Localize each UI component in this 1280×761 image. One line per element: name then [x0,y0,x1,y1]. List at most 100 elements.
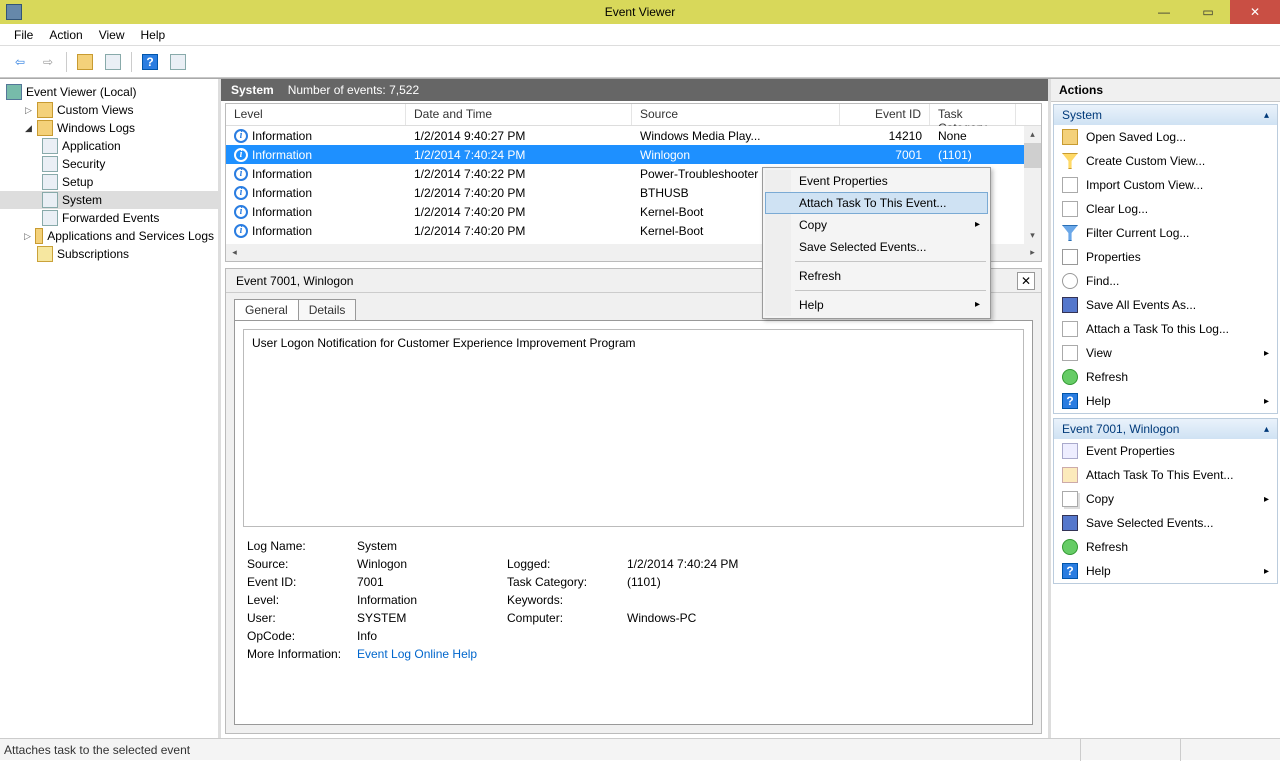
tree-log-application[interactable]: Application [0,137,218,155]
col-header-eventid[interactable]: Event ID [840,104,930,125]
forward-button[interactable]: ⇨ [36,50,60,74]
action-label: Clear Log... [1086,202,1148,216]
link-event-log-online-help[interactable]: Event Log Online Help [357,647,507,661]
action-item[interactable]: Properties [1054,245,1277,269]
help-button[interactable]: ? [138,50,162,74]
detail-close-button[interactable]: ✕ [1017,272,1035,290]
context-menu-label: Save Selected Events... [799,240,926,254]
scroll-thumb[interactable] [1024,143,1041,168]
info-icon: i [234,205,248,219]
action-item[interactable]: Refresh [1054,365,1277,389]
tree-custom-views[interactable]: ▷ Custom Views [0,101,218,119]
action-item[interactable]: Copy▸ [1054,487,1277,511]
action-item[interactable]: Attach Task To This Event... [1054,463,1277,487]
menu-help[interactable]: Help [133,25,174,45]
context-menu-item[interactable]: Save Selected Events... [765,236,988,258]
table-row[interactable]: iInformation1/2/2014 9:40:27 PMWindows M… [226,126,1041,145]
menu-file[interactable]: File [6,25,41,45]
action-label: Properties [1086,250,1141,264]
tree-root[interactable]: Event Viewer (Local) [0,83,218,101]
close-button[interactable]: ✕ [1230,0,1280,24]
menu-view[interactable]: View [91,25,133,45]
cell-eventid: 14210 [840,129,930,143]
collapse-icon[interactable]: ▴ [1264,424,1269,435]
info-icon: i [234,129,248,143]
tree-label: Forwarded Events [62,211,159,225]
actions-list-system: Open Saved Log... Create Custom View... Im… [1054,125,1277,413]
tree-subscriptions[interactable]: Subscriptions [0,245,218,263]
context-menu-item[interactable]: Help▸ [765,294,988,316]
scroll-up-button[interactable]: ▴ [1024,126,1041,143]
col-header-date[interactable]: Date and Time [406,104,632,125]
action-item[interactable]: Find... [1054,269,1277,293]
tree-label: Application [62,139,121,153]
grid-count: Number of events: 7,522 [288,83,419,97]
action-item[interactable]: Save All Events As... [1054,293,1277,317]
context-menu-item[interactable]: Copy▸ [765,214,988,236]
action-item[interactable]: Save Selected Events... [1054,511,1277,535]
action-icon [1062,467,1078,483]
folder-icon [37,120,53,136]
action-item[interactable]: Create Custom View... [1054,149,1277,173]
action-item[interactable]: ?Help▸ [1054,559,1277,583]
cell-level: Information [252,186,312,200]
action-label: Import Custom View... [1086,178,1203,192]
scroll-down-button[interactable]: ▾ [1024,227,1041,244]
tab-details[interactable]: Details [298,299,357,320]
menubar: File Action View Help [0,24,1280,46]
context-menu-item[interactable]: Refresh [765,265,988,287]
menu-action[interactable]: Action [41,25,90,45]
show-hide-tree-button[interactable] [73,50,97,74]
action-item[interactable]: Refresh [1054,535,1277,559]
tree-windows-logs[interactable]: ◢ Windows Logs [0,119,218,137]
tree-log-security[interactable]: Security [0,155,218,173]
context-menu-item[interactable]: Event Properties [765,170,988,192]
actions-section-title[interactable]: Event 7001, Winlogon ▴ [1054,419,1277,439]
status-text: Attaches task to the selected event [4,743,190,757]
col-header-source[interactable]: Source [632,104,840,125]
actions-section-title[interactable]: System ▴ [1054,105,1277,125]
table-row[interactable]: iInformation1/2/2014 7:40:24 PMWinlogon7… [226,145,1041,164]
tree-log-system[interactable]: System [0,191,218,209]
collapse-icon[interactable]: ◢ [24,124,33,133]
context-menu[interactable]: Event PropertiesAttach Task To This Even… [762,167,991,319]
context-menu-item[interactable]: Attach Task To This Event... [765,192,988,214]
vertical-scrollbar[interactable]: ▴ ▾ [1024,126,1041,244]
titlebar: Event Viewer — ▭ ✕ [0,0,1280,24]
action-item[interactable]: Import Custom View... [1054,173,1277,197]
value-logged: 1/2/2014 7:40:24 PM [627,557,807,571]
action-label: Refresh [1086,370,1128,384]
scroll-left-button[interactable]: ◂ [226,244,243,261]
tree-label: System [62,193,102,207]
subscriptions-icon [37,246,53,262]
minimize-button[interactable]: — [1142,0,1186,24]
back-button[interactable]: ⇦ [8,50,32,74]
tree-log-setup[interactable]: Setup [0,173,218,191]
tree-app-services[interactable]: ▷ Applications and Services Logs [0,227,218,245]
col-header-level[interactable]: Level [226,104,406,125]
expand-icon[interactable]: ▷ [24,106,33,115]
tab-general[interactable]: General [234,299,299,320]
grid-title-bar: System Number of events: 7,522 [221,79,1048,101]
action-item[interactable]: Attach a Task To this Log... [1054,317,1277,341]
tree-log-forwarded[interactable]: Forwarded Events [0,209,218,227]
expand-icon[interactable]: ▷ [24,232,31,241]
action-label: Create Custom View... [1086,154,1205,168]
action-item[interactable]: Open Saved Log... [1054,125,1277,149]
action-icon [1062,539,1078,555]
action-label: Help [1086,564,1111,578]
action-item[interactable]: Event Properties [1054,439,1277,463]
action-item[interactable]: ?Help▸ [1054,389,1277,413]
action-item[interactable]: Filter Current Log... [1054,221,1277,245]
extra-button[interactable] [166,50,190,74]
scroll-right-button[interactable]: ▸ [1024,244,1041,261]
action-item[interactable]: View▸ [1054,341,1277,365]
collapse-icon[interactable]: ▴ [1264,110,1269,121]
layout-button[interactable] [101,50,125,74]
maximize-button[interactable]: ▭ [1186,0,1230,24]
col-header-task[interactable]: Task Category [930,104,1016,125]
cell-date: 1/2/2014 7:40:24 PM [406,148,632,162]
action-label: Filter Current Log... [1086,226,1189,240]
action-item[interactable]: Clear Log... [1054,197,1277,221]
submenu-arrow-icon: ▸ [1264,396,1269,407]
